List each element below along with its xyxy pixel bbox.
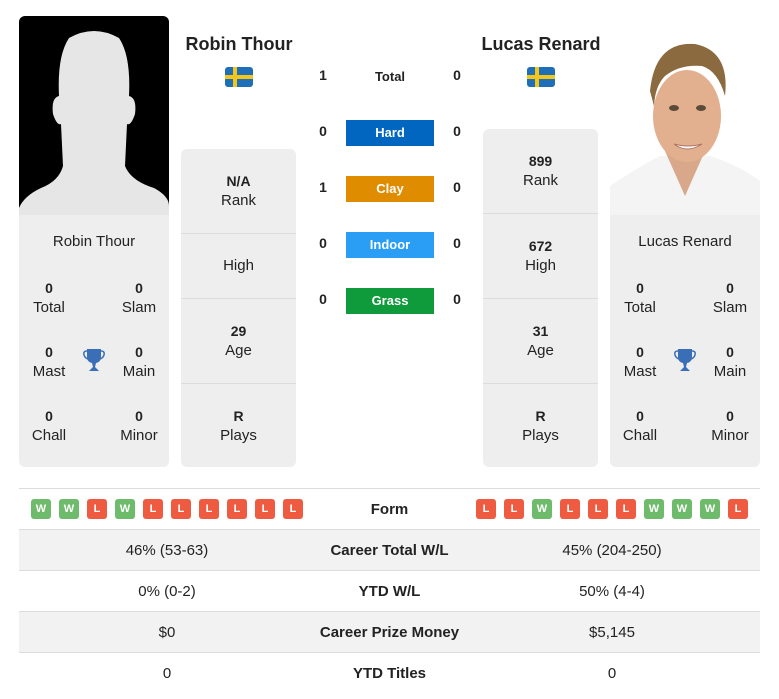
titles-minor: 0 Minor [120,408,158,444]
form-row: WWLWLLLLLL Form LLWLLLWWWL [19,488,760,529]
form-loss-badge: L [143,499,163,519]
stat-plays: R Plays [522,407,559,444]
left-value: 0 [162,664,172,682]
stat-high: High [181,234,296,299]
form-win-badge: W [644,499,664,519]
stat-age: 29 Age [181,299,296,384]
surface-indoor-button[interactable]: Indoor [346,232,434,258]
player-right-card-name: Lucas Renard [638,233,732,250]
player-left-stats-card: N/A Rank High 29 Age R Plays [181,149,296,467]
form-loss-badge: L [255,499,275,519]
titles-total: 0 Total [624,280,656,316]
h2h-grass-left: 0 [319,291,327,307]
left-value: $0 [158,623,176,641]
table-row: 0 YTD Titles 0 [19,652,760,693]
stat-rank: N/A Rank [181,149,296,234]
row-label: Career Total W/L [330,541,449,559]
form-win-badge: W [59,499,79,519]
titles-chall: 0 Chall [31,408,67,444]
form-win-badge: W [672,499,692,519]
form-loss-badge: L [199,499,219,519]
sweden-flag-icon [225,67,253,87]
h2h-clay-left: 1 [319,179,327,195]
form-win-badge: W [115,499,135,519]
titles-minor: 0 Minor [711,408,749,444]
form-label: Form [370,500,409,518]
row-label: YTD Titles [352,664,427,682]
form-loss-badge: L [171,499,191,519]
form-left: WWLWLLLLLL [19,499,315,519]
h2h-total-right: 0 [453,67,461,83]
form-win-badge: W [31,499,51,519]
player-headshot-icon [610,16,760,216]
sweden-flag-icon [527,67,555,87]
h2h-indoor-left: 0 [319,235,327,251]
h2h-hard-right: 0 [453,123,461,139]
player-right-stats-card: 899 Rank 672 High 31 Age R Plays [483,129,598,467]
form-loss-badge: L [728,499,748,519]
form-win-badge: W [700,499,720,519]
player-left-titles-card: Robin Thour 0 Total 0 Slam 0 Mast 0 Main 0 Ch… [19,215,169,467]
titles-slam: 0 Slam [121,280,157,316]
trophy-icon [83,348,105,372]
right-value: 0 [607,664,617,682]
form-loss-badge: L [87,499,107,519]
table-row: 46% (53-63) Career Total W/L 45% (204-25… [19,529,760,570]
form-loss-badge: L [560,499,580,519]
stat-rank: 899 Rank [483,129,598,214]
h2h-total-left: 1 [319,67,327,83]
h2h-total-label: Total [374,69,406,84]
player-right-name[interactable]: Lucas Renard [461,34,621,55]
stat-high: 672 High [483,214,598,299]
stat-age: 31 Age [483,299,598,384]
surface-hard-button[interactable]: Hard [346,120,434,146]
form-loss-badge: L [588,499,608,519]
right-value: $5,145 [589,623,635,641]
surface-clay-button[interactable]: Clay [346,176,434,202]
table-row: 0% (0-2) YTD W/L 50% (4-4) [19,570,760,611]
h2h-indoor-right: 0 [453,235,461,251]
player-left-name[interactable]: Robin Thour [159,34,319,55]
left-value: 0% (0-2) [138,582,196,600]
surface-grass-button[interactable]: Grass [346,288,434,314]
titles-slam: 0 Slam [712,280,748,316]
titles-main: 0 Main [122,344,156,380]
titles-mast: 0 Mast [623,344,657,380]
right-value: 50% (4-4) [579,582,645,600]
stat-plays: R Plays [220,407,257,444]
form-loss-badge: L [227,499,247,519]
h2h-grass-right: 0 [453,291,461,307]
h2h-clay-right: 0 [453,179,461,195]
form-loss-badge: L [283,499,303,519]
titles-main: 0 Main [713,344,747,380]
left-value: 46% (53-63) [125,541,209,559]
player-left-card-name: Robin Thour [52,233,136,250]
h2h-hard-left: 0 [319,123,327,139]
player-right-titles-card: Lucas Renard 0 Total 0 Slam 0 Mast 0 Main 0C… [610,215,760,467]
table-row: $0 Career Prize Money $5,145 [19,611,760,652]
form-loss-badge: L [476,499,496,519]
silhouette-icon [19,31,169,216]
titles-total: 0 Total [33,280,65,316]
titles-chall: 0 Chall [622,408,658,444]
titles-mast: 0 Mast [32,344,66,380]
row-label: YTD W/L [358,582,421,600]
right-value: 45% (204-250) [562,541,662,559]
form-loss-badge: L [504,499,524,519]
form-right: LLWLLLWWWL [464,499,760,519]
trophy-icon [674,348,696,372]
row-label: Career Prize Money [319,623,460,641]
player-right-photo [610,16,760,216]
player-left-photo [19,16,169,216]
form-win-badge: W [532,499,552,519]
form-loss-badge: L [616,499,636,519]
